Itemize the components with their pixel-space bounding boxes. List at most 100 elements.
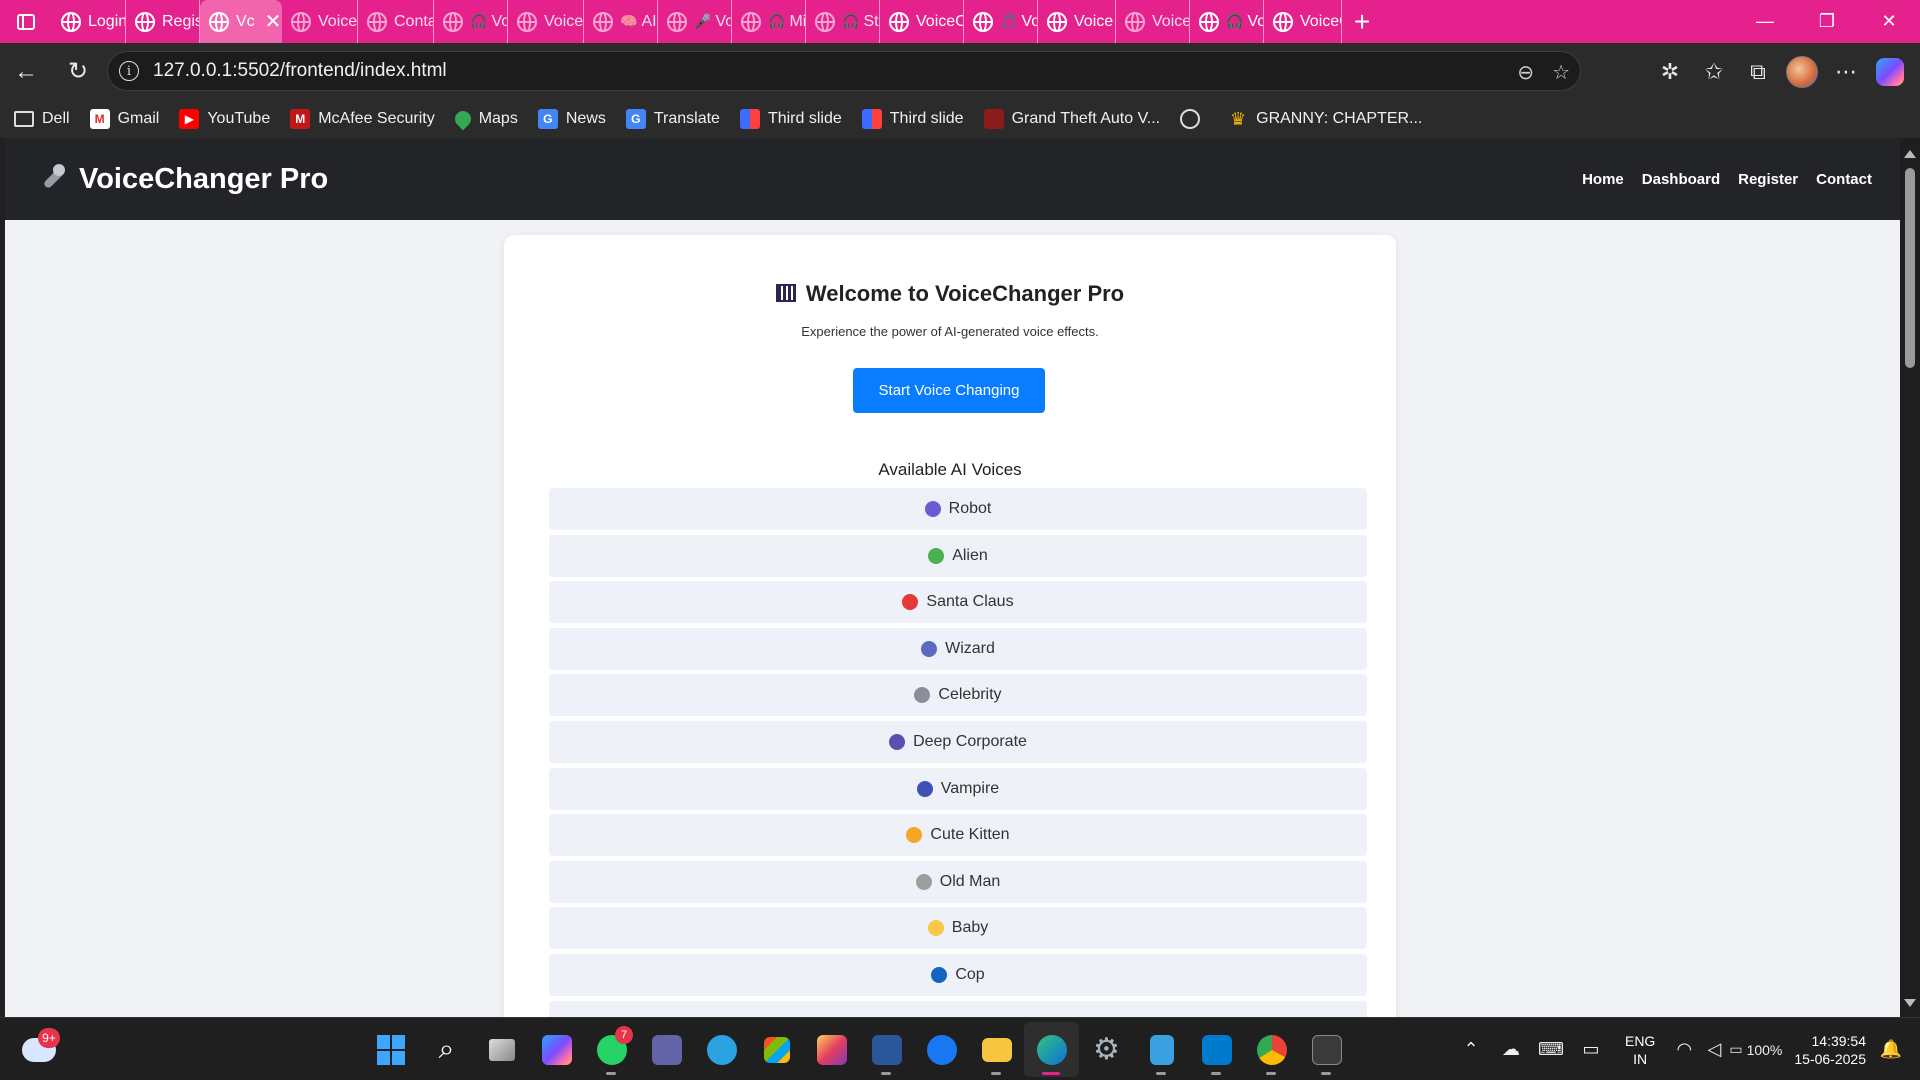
restore-button[interactable]: ❐: [1796, 0, 1858, 43]
zoom-icon[interactable]: ⊖: [1517, 60, 1534, 85]
terminal-button[interactable]: [1299, 1022, 1354, 1077]
tab-actions-button[interactable]: [0, 0, 52, 43]
browser-tab[interactable]: 🎵Vo: [964, 0, 1038, 43]
back-button[interactable]: ←: [4, 50, 48, 94]
keyboard-button[interactable]: ⌨: [1531, 1039, 1571, 1060]
minimize-button[interactable]: —: [1734, 0, 1796, 43]
nav-link-register[interactable]: Register: [1738, 171, 1798, 188]
task-view-button[interactable]: [474, 1022, 529, 1077]
bookmark-item[interactable]: Third slide: [739, 109, 842, 129]
voice-item[interactable]: Baby: [549, 907, 1367, 950]
browser-tab[interactable]: Conta: [358, 0, 434, 43]
voice-item[interactable]: Cop: [549, 953, 1367, 996]
chrome-button[interactable]: [1244, 1022, 1299, 1077]
voice-item[interactable]: Robot: [549, 488, 1367, 530]
scroll-down-arrow-icon[interactable]: [1904, 999, 1916, 1007]
bookmark-item[interactable]: G News: [537, 109, 606, 129]
wifi-button[interactable]: ◠: [1669, 1039, 1699, 1060]
browser-tab[interactable]: 🎧 Mi: [732, 0, 806, 43]
teams-button[interactable]: [639, 1022, 694, 1077]
bookmark-item[interactable]: M McAfee Security: [290, 109, 435, 129]
browser-tab[interactable]: 🧠 AI: [584, 0, 658, 43]
voice-item[interactable]: Vampire: [549, 767, 1367, 810]
voice-item[interactable]: Celebrity: [549, 674, 1367, 717]
clock-button[interactable]: 14:39:54 15-06-2025: [1794, 1032, 1866, 1068]
telegram-button[interactable]: [694, 1022, 749, 1077]
browser-tab[interactable]: Voice: [1038, 0, 1116, 43]
notifications-button[interactable]: 🔔: [1876, 1039, 1906, 1060]
edge-button[interactable]: [1024, 1022, 1079, 1077]
bookmark-item[interactable]: [1180, 109, 1208, 129]
voice-item[interactable]: Old Man: [549, 860, 1367, 903]
bookmark-item[interactable]: Third slide: [861, 109, 964, 129]
browser-tab[interactable]: Vc ✕: [200, 0, 282, 43]
voice-item[interactable]: Cute Kitten: [549, 814, 1367, 857]
browser-tab[interactable]: VoiceT: [508, 0, 584, 43]
settings-button[interactable]: ⚙: [1079, 1022, 1134, 1077]
show-hidden-icons-button[interactable]: ⌃: [1451, 1039, 1491, 1060]
bookmark-item[interactable]: M Gmail: [89, 109, 159, 129]
bookmark-item[interactable]: G Translate: [625, 109, 720, 129]
voice-item[interactable]: [549, 1000, 1367, 1017]
notepad-button[interactable]: [1134, 1022, 1189, 1077]
search-button[interactable]: ⌕: [419, 1022, 474, 1077]
site-brand[interactable]: VoiceChanger Pro: [37, 163, 328, 196]
voice-item[interactable]: Deep Corporate: [549, 720, 1367, 763]
browser-tab[interactable]: 🎤Vo: [658, 0, 732, 43]
toolbar-icons: ✲ ✩ ⧉ ⋯: [1648, 43, 1920, 100]
favorite-star-icon[interactable]: ☆: [1552, 60, 1570, 85]
url-text[interactable]: 127.0.0.1:5502/frontend/index.html: [153, 60, 447, 82]
start-button[interactable]: [364, 1022, 419, 1077]
extensions-button[interactable]: ✲: [1648, 43, 1692, 100]
store-button[interactable]: [749, 1022, 804, 1077]
browser-tab[interactable]: 🎧Stu: [806, 0, 880, 43]
nav-link-dashboard[interactable]: Dashboard: [1642, 171, 1720, 188]
whatsapp-button[interactable]: 7: [584, 1022, 639, 1077]
scrollbar-thumb[interactable]: [1905, 168, 1915, 368]
input-language-button[interactable]: ENG IN: [1625, 1032, 1655, 1068]
close-tab-icon[interactable]: ✕: [265, 12, 282, 32]
vscode-button[interactable]: [1189, 1022, 1244, 1077]
browser-tab[interactable]: 🎧Vo: [434, 0, 508, 43]
page-scrollbar[interactable]: [1900, 138, 1920, 1017]
refresh-button[interactable]: ↻: [56, 50, 100, 94]
copilot-button[interactable]: [1868, 43, 1912, 100]
close-window-button[interactable]: ✕: [1858, 0, 1920, 43]
browser-tab[interactable]: VoiceC: [880, 0, 964, 43]
word-button[interactable]: [859, 1022, 914, 1077]
browser-tab[interactable]: 🎧Vo: [1190, 0, 1264, 43]
instagram-button[interactable]: [804, 1022, 859, 1077]
facebook-button[interactable]: [914, 1022, 969, 1077]
battery-button[interactable]: ▭ 100%: [1729, 1041, 1782, 1058]
voice-item[interactable]: Alien: [549, 534, 1367, 577]
bookmark-item[interactable]: Grand Theft Auto V...: [983, 109, 1160, 129]
weather-widget[interactable]: 9+: [22, 1028, 62, 1068]
collections-button[interactable]: ⧉: [1736, 43, 1780, 100]
profile-button[interactable]: [1780, 43, 1824, 100]
browser-tab[interactable]: VoiceC: [282, 0, 358, 43]
start-voice-changing-button[interactable]: Start Voice Changing: [853, 368, 1045, 413]
favorites-button[interactable]: ✩: [1692, 43, 1736, 100]
bookmark-item[interactable]: ♛ GRANNY: CHAPTER...: [1228, 109, 1422, 129]
settings-more-button[interactable]: ⋯: [1824, 43, 1868, 100]
onedrive-button[interactable]: ☁: [1491, 1039, 1531, 1060]
voice-item[interactable]: Wizard: [549, 627, 1367, 670]
nav-link-contact[interactable]: Contact: [1816, 171, 1872, 188]
display-button[interactable]: ▭: [1571, 1039, 1611, 1060]
volume-button[interactable]: ◁: [1699, 1039, 1729, 1060]
browser-tab[interactable]: Regist: [126, 0, 200, 43]
file-explorer-button[interactable]: [969, 1022, 1024, 1077]
nav-link-home[interactable]: Home: [1582, 171, 1624, 188]
bookmark-item[interactable]: Dell: [14, 110, 70, 128]
voice-item[interactable]: Santa Claus: [549, 581, 1367, 624]
browser-tab[interactable]: VoiceC: [1116, 0, 1190, 43]
new-tab-button[interactable]: +: [1342, 0, 1382, 43]
bookmark-item[interactable]: ▶ YouTube: [179, 109, 270, 129]
address-bar[interactable]: i 127.0.0.1:5502/frontend/index.html ⊖ ☆: [107, 51, 1581, 91]
site-info-icon[interactable]: i: [119, 61, 139, 81]
browser-tab[interactable]: VoiceC: [1264, 0, 1342, 43]
copilot-app-button[interactable]: [529, 1022, 584, 1077]
bookmark-item[interactable]: Maps: [451, 107, 518, 131]
browser-tab[interactable]: Login: [52, 0, 126, 43]
scroll-up-arrow-icon[interactable]: [1904, 150, 1916, 158]
